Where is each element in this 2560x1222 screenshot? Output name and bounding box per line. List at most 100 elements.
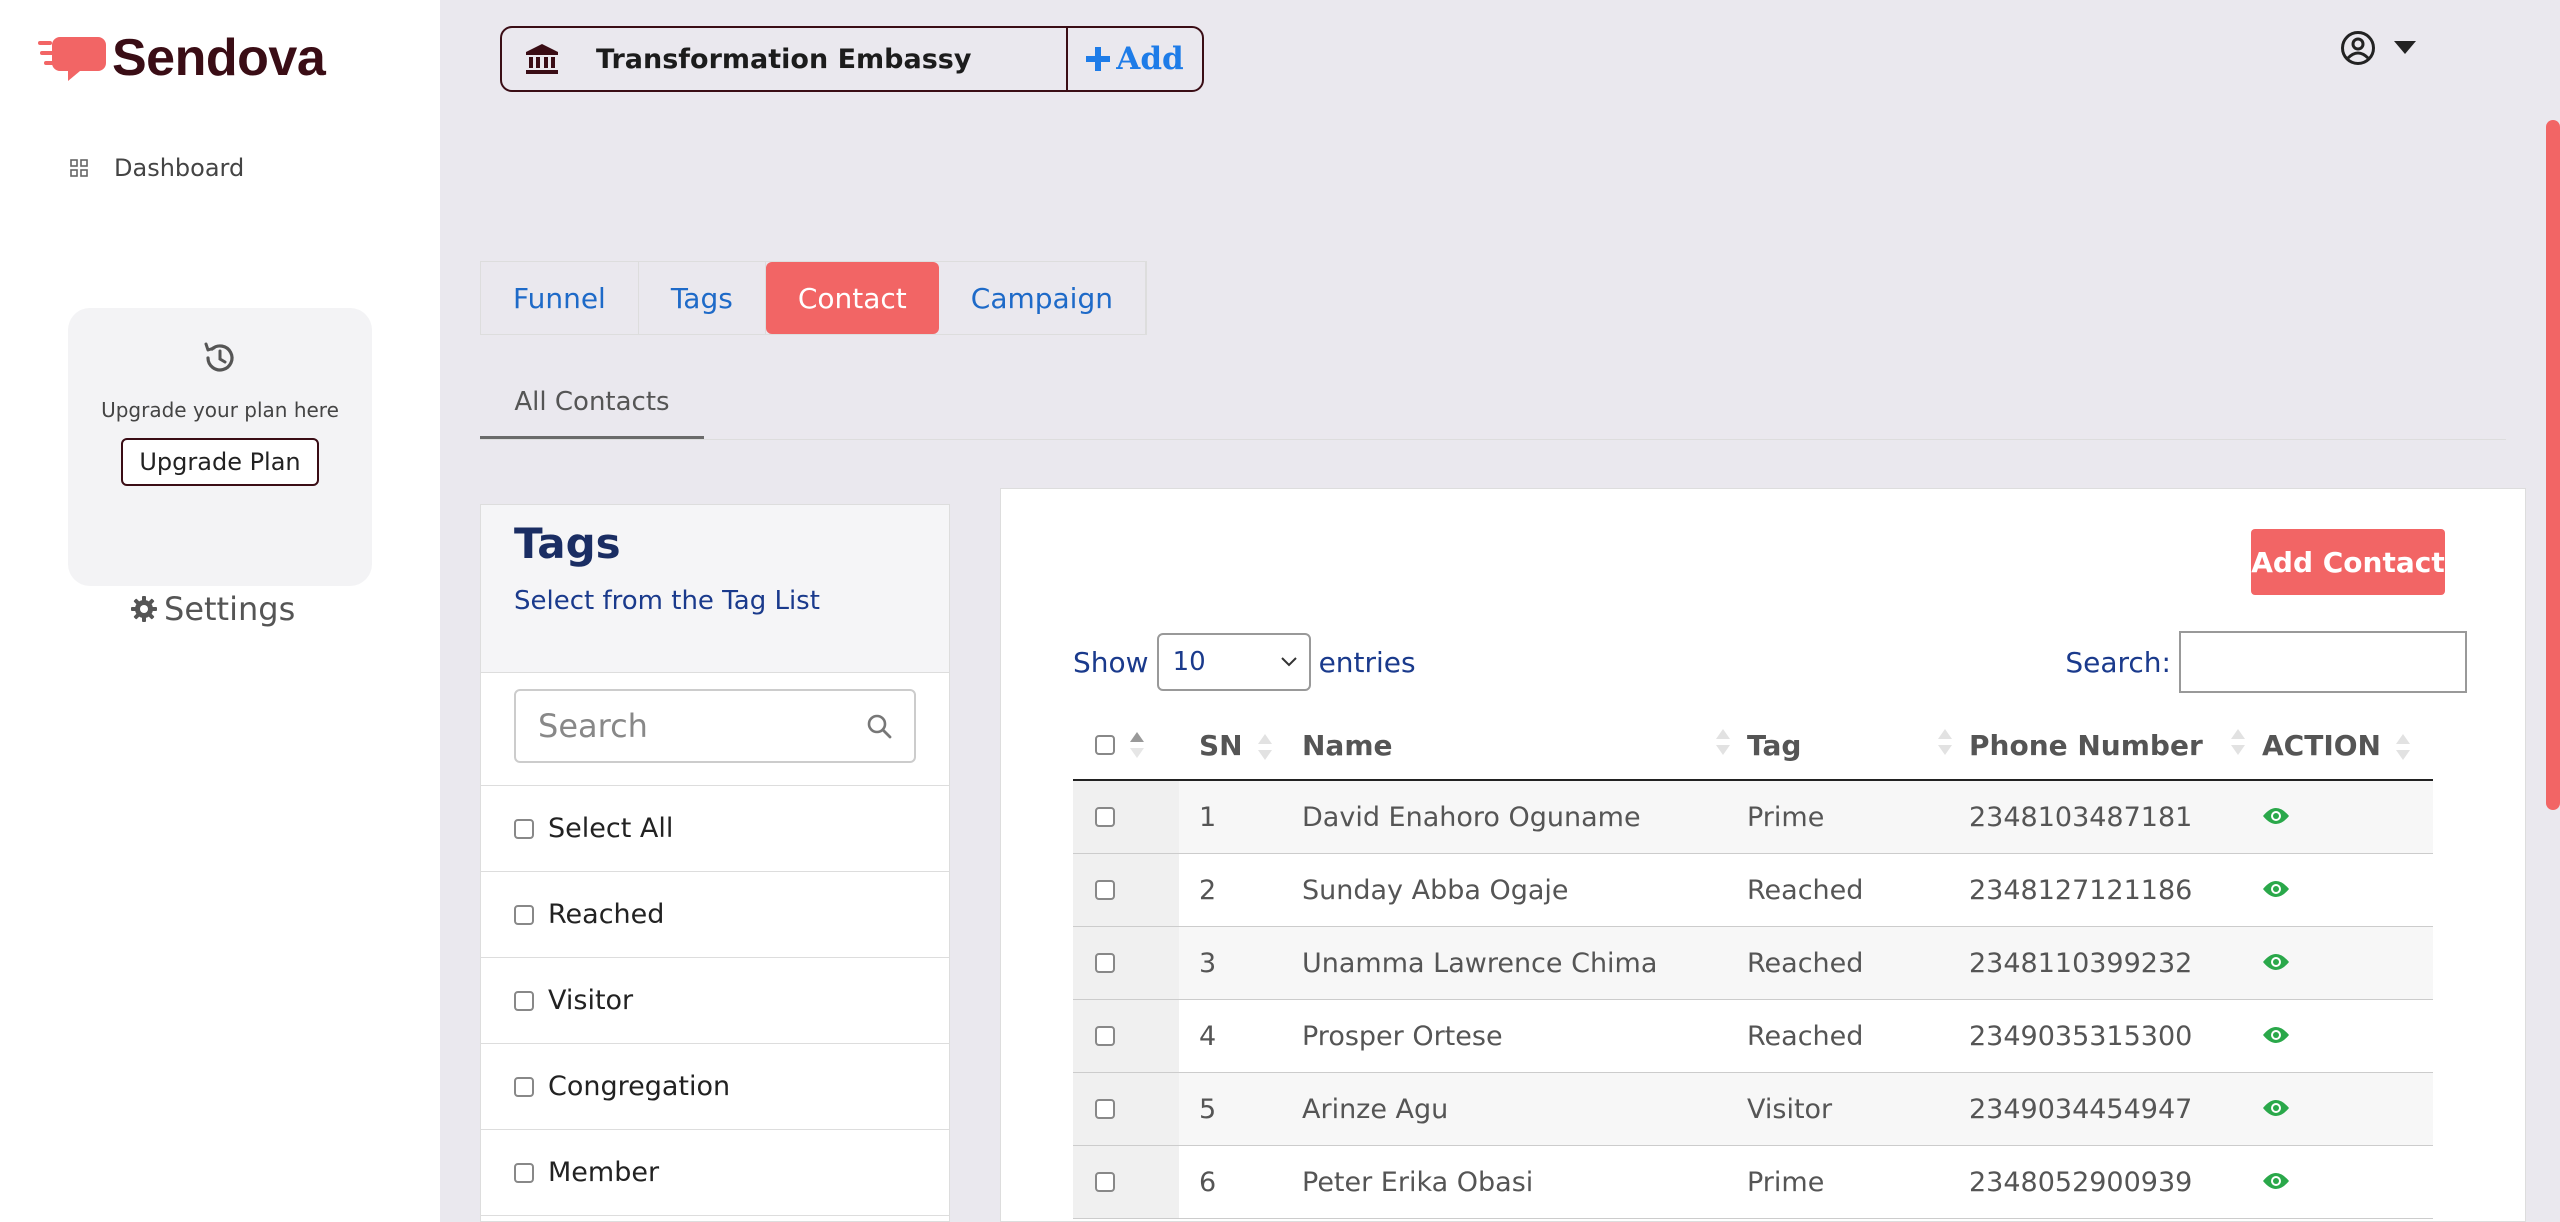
search-input[interactable] — [2179, 631, 2467, 693]
history-icon — [204, 342, 234, 372]
logo[interactable]: Sendova — [38, 28, 326, 88]
tab-campaign[interactable]: Campaign — [939, 262, 1146, 334]
sort-icon — [2395, 733, 2410, 760]
organization-name-field[interactable]: Transformation Embassy — [502, 28, 1068, 90]
row-checkbox[interactable] — [1095, 807, 1115, 827]
contacts-table: SN Name Tag Phone Number ACTION 1 David … — [1073, 711, 2433, 1219]
column-header-sn[interactable]: SN — [1179, 729, 1290, 762]
tag-search-input[interactable]: Search — [514, 689, 916, 763]
tab-contact[interactable]: Contact — [765, 262, 939, 334]
tag-option-reached[interactable]: Reached — [481, 872, 949, 958]
row-select-cell — [1073, 854, 1179, 926]
column-header-action[interactable]: ACTION — [2250, 729, 2433, 762]
sort-icon — [2231, 728, 2245, 755]
checkbox[interactable] — [514, 904, 534, 925]
plus-icon — [1086, 47, 1111, 71]
cell-phone: 2348052900939 — [1969, 1166, 2193, 1198]
row-select-cell — [1073, 1146, 1179, 1218]
chevron-down-icon — [1280, 657, 1297, 667]
tag-option-visitor[interactable]: Visitor — [481, 958, 949, 1044]
table-row: 5 Arinze Agu Visitor 2349034454947 — [1073, 1073, 2433, 1146]
upgrade-text: Upgrade your plan here — [101, 398, 339, 422]
row-checkbox[interactable] — [1095, 1172, 1115, 1192]
row-checkbox[interactable] — [1095, 880, 1115, 900]
eye-icon[interactable] — [2262, 806, 2290, 826]
entries-select[interactable]: 10 — [1156, 633, 1311, 691]
column-header-label: ACTION — [2262, 728, 2381, 762]
tag-option-label: Congregation — [548, 1071, 731, 1102]
eye-icon[interactable] — [2262, 952, 2290, 972]
cell-action — [2250, 948, 2433, 979]
cell-action — [2250, 1094, 2433, 1125]
sidebar-item-settings[interactable]: Settings — [130, 590, 295, 628]
eye-icon[interactable] — [2262, 1098, 2290, 1118]
upgrade-card: Upgrade your plan here Upgrade Plan — [68, 308, 372, 586]
select-all-checkbox[interactable] — [1095, 735, 1115, 755]
column-header-tag[interactable]: Tag — [1735, 728, 1957, 762]
user-menu[interactable] — [2340, 30, 2416, 66]
column-header-label: Tag — [1747, 728, 1802, 762]
cell-name: Unamma Lawrence Chima — [1302, 947, 1658, 979]
tags-panel-header: Tags Select from the Tag List — [481, 505, 949, 673]
cell-sn: 6 — [1199, 1166, 1217, 1198]
gear-icon — [131, 596, 157, 622]
cell-action — [2250, 1167, 2433, 1198]
add-organization-button[interactable]: Add — [1068, 41, 1202, 77]
cell-name: Sunday Abba Ogaje — [1302, 874, 1569, 906]
eye-icon[interactable] — [2262, 879, 2290, 899]
divider — [480, 439, 2506, 440]
cell-name: Arinze Agu — [1302, 1093, 1449, 1125]
organization-selector: Transformation Embassy Add — [500, 26, 1204, 92]
checkbox[interactable] — [514, 990, 534, 1011]
sort-icon — [1257, 733, 1272, 760]
upgrade-plan-button[interactable]: Upgrade Plan — [121, 438, 319, 486]
sidebar: Sendova Dashboard Upgrade your plan here… — [0, 0, 440, 1222]
bank-icon — [526, 44, 558, 74]
show-label: Show — [1073, 645, 1149, 679]
cell-action — [2250, 1021, 2433, 1052]
tag-option-member[interactable]: Member — [481, 1130, 949, 1216]
cell-sn: 2 — [1199, 874, 1217, 906]
table-search: Search: — [2065, 631, 2467, 693]
tag-search-placeholder: Search — [538, 707, 648, 745]
checkbox[interactable] — [514, 1162, 534, 1183]
tab-tags[interactable]: Tags — [639, 262, 766, 334]
add-contact-button[interactable]: Add Contact — [2251, 529, 2445, 595]
subtab-all-contacts[interactable]: All Contacts — [480, 380, 704, 440]
cell-tag: Prime — [1747, 801, 1825, 833]
checkbox[interactable] — [514, 818, 534, 839]
grid-icon — [70, 159, 88, 177]
tag-option-label: Visitor — [548, 985, 634, 1016]
eye-icon[interactable] — [2262, 1171, 2290, 1191]
tag-option-select-all[interactable]: Select All — [481, 786, 949, 872]
tag-option-label: Member — [548, 1157, 660, 1188]
eye-icon[interactable] — [2262, 1025, 2290, 1045]
row-select-cell — [1073, 1073, 1179, 1145]
cell-phone: 2349035315300 — [1969, 1020, 2193, 1052]
tab-funnel[interactable]: Funnel — [481, 262, 639, 334]
checkbox[interactable] — [514, 1076, 534, 1097]
tag-option-label: Select All — [548, 813, 674, 844]
row-checkbox[interactable] — [1095, 953, 1115, 973]
search-label: Search: — [2065, 645, 2171, 679]
cell-phone: 2348110399232 — [1969, 947, 2193, 979]
column-header-phone[interactable]: Phone Number — [1957, 728, 2250, 762]
caret-down-icon — [2394, 41, 2416, 54]
table-row: 2 Sunday Abba Ogaje Reached 234812712118… — [1073, 854, 2433, 927]
table-header: SN Name Tag Phone Number ACTION — [1073, 711, 2433, 781]
cell-tag: Prime — [1747, 1166, 1825, 1198]
column-header-name[interactable]: Name — [1290, 728, 1735, 762]
table-body: 1 David Enahoro Oguname Prime 2348103487… — [1073, 781, 2433, 1219]
scrollbar-thumb[interactable] — [2546, 120, 2560, 810]
row-checkbox[interactable] — [1095, 1099, 1115, 1119]
row-checkbox[interactable] — [1095, 1026, 1115, 1046]
tags-title: Tags — [514, 519, 621, 568]
table-row: 1 David Enahoro Oguname Prime 2348103487… — [1073, 781, 2433, 854]
sidebar-item-dashboard[interactable]: Dashboard — [70, 154, 244, 182]
sort-asc-icon[interactable] — [1129, 730, 1145, 760]
cell-action — [2250, 875, 2433, 906]
table-row: 4 Prosper Ortese Reached 2349035315300 — [1073, 1000, 2433, 1073]
tag-option-congregation[interactable]: Congregation — [481, 1044, 949, 1130]
contacts-panel: Add Contact Show 10 entries Search: SN N… — [1000, 488, 2526, 1222]
brand-name: Sendova — [112, 29, 326, 87]
